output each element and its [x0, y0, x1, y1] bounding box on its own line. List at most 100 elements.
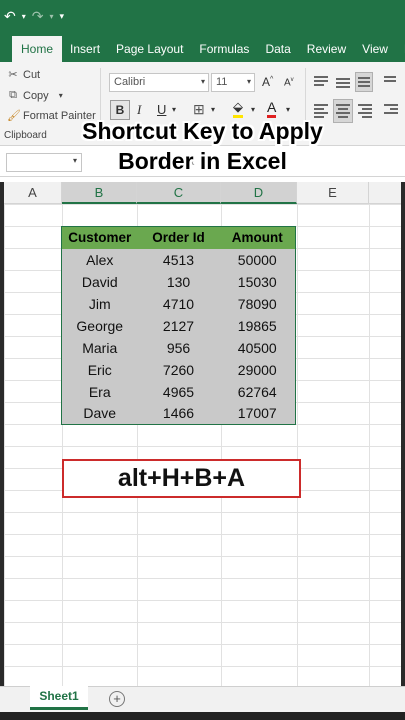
cell-order-id[interactable]: 4513 — [137, 248, 220, 271]
tab-developer[interactable]: Dev — [396, 36, 405, 62]
ribbon-tabs: Home Insert Page Layout Formulas Data Re… — [0, 36, 405, 62]
data-table: Customer Order Id Amount Alex 4513 50000… — [61, 226, 296, 425]
font-color-button[interactable]: A — [267, 99, 277, 118]
tab-formulas[interactable]: Formulas — [191, 36, 257, 62]
dropdown-caret-icon[interactable]: ▾ — [49, 12, 53, 21]
gridline — [297, 204, 298, 686]
customize-icon[interactable]: ▾ — [60, 11, 65, 22]
add-sheet-icon[interactable]: + — [109, 691, 125, 707]
quick-access-toolbar: ↶ ▾ ↷ ▾ ▾ — [4, 8, 64, 25]
copy-label: Copy — [23, 89, 49, 102]
table-row: George 2127 19865 — [61, 314, 296, 337]
cell-order-id[interactable]: 956 — [137, 336, 220, 359]
borders-icon[interactable]: ⊞ — [193, 101, 205, 118]
cell-amount[interactable]: 19865 — [219, 314, 296, 337]
shrink-font-icon: A — [284, 77, 291, 89]
cell-amount[interactable]: 50000 — [219, 248, 296, 271]
copy-icon: ⧉ — [9, 89, 17, 101]
table-row: Jim 4710 78090 — [61, 292, 296, 315]
cell-customer[interactable]: Era — [61, 380, 138, 403]
cell-amount[interactable]: 78090 — [219, 292, 296, 315]
cell-order-id[interactable]: 4965 — [137, 380, 220, 403]
font-name-select[interactable]: Calibri ▾ — [109, 73, 209, 92]
chevron-down-icon[interactable]: ▾ — [286, 105, 290, 114]
chevron-down-icon: ▾ — [246, 77, 251, 86]
cell-order-id[interactable]: 4710 — [137, 292, 220, 315]
grow-font-icon: A — [262, 75, 271, 89]
table-row: Era 4965 62764 — [61, 380, 296, 403]
column-header-d[interactable]: D — [221, 182, 297, 204]
tab-insert[interactable]: Insert — [62, 36, 108, 62]
align-top-icon[interactable] — [314, 74, 328, 88]
cell-customer[interactable]: Alex — [61, 248, 138, 271]
cell-customer[interactable]: Dave — [61, 402, 138, 425]
cell-customer[interactable]: Eric — [61, 358, 138, 381]
tab-data[interactable]: Data — [257, 36, 298, 62]
cell-order-id[interactable]: 7260 — [137, 358, 220, 381]
cell-amount[interactable]: 62764 — [219, 380, 296, 403]
cell-customer[interactable]: David — [61, 270, 138, 293]
header-amount[interactable]: Amount — [219, 226, 296, 249]
align-bottom-icon[interactable] — [355, 72, 373, 92]
shrink-font-button[interactable]: Av — [284, 77, 294, 88]
table-row: Dave 1466 17007 — [61, 402, 296, 425]
font-name-value: Calibri — [114, 76, 146, 88]
fill-color-icon[interactable]: ⬙ — [233, 99, 243, 118]
italic-button[interactable]: I — [137, 102, 141, 118]
table-row: Eric 7260 29000 — [61, 358, 296, 381]
cell-order-id[interactable]: 2127 — [137, 314, 220, 337]
sheet-tab-sheet1[interactable]: Sheet1 — [30, 686, 88, 710]
chevron-down-icon[interactable]: ▾ — [172, 105, 176, 114]
chevron-down-icon: ▾ — [200, 77, 205, 86]
cell-customer[interactable]: Jim — [61, 292, 138, 315]
dropdown-caret-icon[interactable]: ▾ — [22, 12, 26, 21]
header-customer[interactable]: Customer — [61, 226, 138, 249]
table-header-row: Customer Order Id Amount — [61, 226, 296, 249]
font-size-select[interactable]: 11 ▾ — [211, 73, 255, 92]
copy-button[interactable]: ⧉ Copy ▾ — [7, 89, 63, 102]
column-header-e[interactable]: E — [297, 182, 369, 204]
cell-amount[interactable]: 15030 — [219, 270, 296, 293]
undo-icon[interactable]: ↶ — [4, 8, 16, 25]
cell-customer[interactable]: Maria — [61, 336, 138, 359]
column-headers: A B C D E — [0, 182, 405, 204]
cell-amount[interactable]: 17007 — [219, 402, 296, 425]
cell-order-id[interactable]: 1466 — [137, 402, 220, 425]
tab-home[interactable]: Home — [12, 36, 63, 62]
table-row: Maria 956 40500 — [61, 336, 296, 359]
chevron-down-icon[interactable]: ▾ — [59, 91, 63, 100]
cell-amount[interactable]: 40500 — [219, 336, 296, 359]
font-size-value: 11 — [216, 76, 228, 88]
chevron-down-icon[interactable]: ▾ — [211, 105, 215, 114]
overlay-title-line-1: Shortcut Key to Apply — [82, 118, 323, 144]
chevron-down-icon[interactable]: ▾ — [251, 105, 255, 114]
tab-page-layout[interactable]: Page Layout — [108, 36, 191, 62]
cell-order-id[interactable]: 130 — [137, 270, 220, 293]
column-header-a[interactable]: A — [4, 182, 62, 204]
underline-button[interactable]: U — [157, 102, 166, 117]
cell-amount[interactable]: 29000 — [219, 358, 296, 381]
frame-edge — [0, 182, 4, 687]
gridline — [369, 204, 370, 686]
tab-review[interactable]: Review — [299, 36, 354, 62]
cell-customer[interactable]: George — [61, 314, 138, 337]
header-order-id[interactable]: Order Id — [137, 226, 220, 249]
frame-edge — [401, 182, 405, 687]
table-row: Alex 4513 50000 — [61, 248, 296, 271]
grow-font-button[interactable]: A^ — [262, 75, 273, 89]
indent-icon[interactable] — [384, 102, 398, 116]
column-header-c[interactable]: C — [137, 182, 221, 204]
shortcut-callout: alt+H+B+A — [62, 459, 301, 498]
align-middle-icon[interactable] — [336, 76, 350, 90]
column-header-b[interactable]: B — [62, 182, 137, 204]
title-bar: ↶ ▾ ↷ ▾ ▾ — [0, 0, 405, 36]
redo-icon[interactable]: ↷ — [32, 8, 44, 25]
table-row: David 130 15030 — [61, 270, 296, 293]
bold-button[interactable]: B — [110, 100, 130, 120]
scissors-icon: ✂ — [8, 69, 18, 81]
overlay-title-line-2: Border in Excel — [118, 148, 287, 174]
frame-edge — [0, 712, 405, 720]
tab-view[interactable]: View — [354, 36, 396, 62]
cut-button[interactable]: ✂ Cut — [7, 68, 40, 82]
orientation-icon[interactable] — [384, 74, 396, 84]
